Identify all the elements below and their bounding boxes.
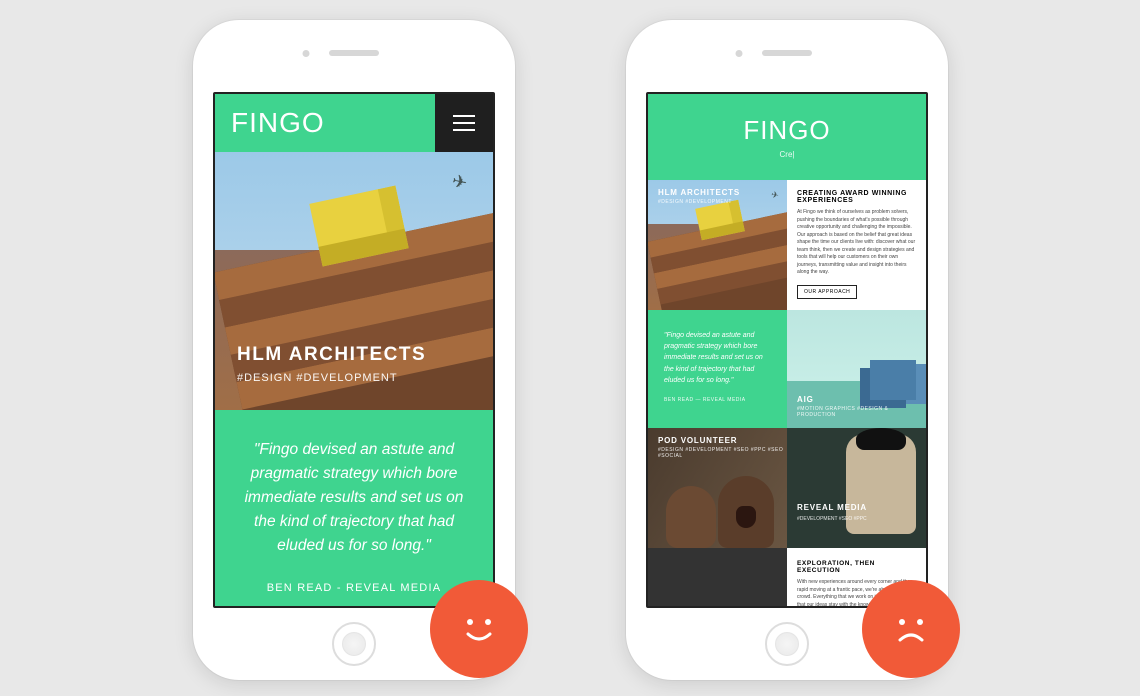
desktop-hero: FINGO Cre| bbox=[648, 94, 926, 180]
tile-hlm-architects[interactable]: ✈ HLM ARCHITECTS #DESIGN #DEVELOPMENT bbox=[648, 180, 787, 310]
our-approach-button[interactable]: OUR APPROACH bbox=[797, 285, 857, 299]
home-button[interactable] bbox=[765, 622, 809, 666]
hero-title: HLM ARCHITECTS bbox=[237, 344, 426, 366]
copy-heading: CREATING AWARD WINNING EXPERIENCES bbox=[797, 190, 916, 204]
phone-screen-right: FINGO Cre| ✈ HLM ARCHITECTS #DESIGN #DEV… bbox=[646, 92, 928, 608]
tile-quote: "Fingo devised an astute and pragmatic s… bbox=[648, 310, 787, 428]
photo-child bbox=[666, 486, 716, 548]
brand-logo: FINGO bbox=[215, 94, 435, 152]
tile-subtitle: #DESIGN #DEVELOPMENT bbox=[658, 199, 740, 205]
tile-title: REVEAL MEDIA bbox=[797, 503, 867, 512]
sad-face-icon bbox=[862, 580, 960, 678]
copy-body: At Fingo we think of ourselves as proble… bbox=[797, 209, 916, 277]
tile-label: POD VOLUNTEER #DESIGN #DEVELOPMENT #SEO … bbox=[658, 436, 787, 459]
quote-panel: "Fingo devised an astute and pragmatic s… bbox=[215, 410, 493, 606]
hamburger-menu-button[interactable] bbox=[435, 94, 493, 152]
photo-detail bbox=[736, 506, 756, 528]
tile-label: REVEAL MEDIA bbox=[797, 503, 867, 512]
copy-heading: EXPLORATION, THEN EXECUTION bbox=[797, 560, 916, 574]
tile-label: HLM ARCHITECTS #DESIGN #DEVELOPMENT bbox=[658, 188, 740, 205]
quote-attribution: BEN READ - REVEAL MEDIA bbox=[239, 582, 469, 594]
tile-intro-copy: CREATING AWARD WINNING EXPERIENCES At Fi… bbox=[787, 180, 926, 310]
city-illustration bbox=[870, 360, 916, 400]
tile-pod-volunteer[interactable]: POD VOLUNTEER #DESIGN #DEVELOPMENT #SEO … bbox=[648, 428, 787, 548]
tile-photo-continued bbox=[648, 548, 787, 608]
mobile-header: FINGO bbox=[215, 94, 493, 152]
tile-title: POD VOLUNTEER bbox=[658, 436, 787, 445]
photo-officer-hat bbox=[856, 428, 906, 450]
tile-aig[interactable]: AIG #MOTION GRAPHICS #DESIGN & PRODUCTIO… bbox=[787, 310, 926, 428]
hero-tags: #DESIGN #DEVELOPMENT bbox=[237, 372, 426, 384]
tile-subtitle: #DEVELOPMENT #SEO #PPC bbox=[797, 516, 867, 522]
desktop-grid: ✈ HLM ARCHITECTS #DESIGN #DEVELOPMENT CR… bbox=[648, 180, 926, 608]
tile-reveal-media[interactable]: REVEAL MEDIA #DEVELOPMENT #SEO #PPC bbox=[787, 428, 926, 548]
home-button[interactable] bbox=[332, 622, 376, 666]
tile-label: AIG #MOTION GRAPHICS #DESIGN & PRODUCTIO… bbox=[797, 395, 926, 418]
tile-subtitle: #MOTION GRAPHICS #DESIGN & PRODUCTION bbox=[797, 406, 926, 418]
happy-face-icon bbox=[430, 580, 528, 678]
hero-label: HLM ARCHITECTS #DESIGN #DEVELOPMENT bbox=[237, 344, 426, 384]
hero-tile-hlm[interactable]: ✈ HLM ARCHITECTS #DESIGN #DEVELOPMENT bbox=[215, 152, 493, 410]
airplane-icon: ✈ bbox=[770, 189, 780, 201]
hero-typed-text: Cre| bbox=[780, 150, 795, 159]
quote-attribution: BEN READ — REVEAL MEDIA bbox=[664, 396, 771, 404]
tile-title: HLM ARCHITECTS bbox=[658, 188, 740, 197]
airplane-icon: ✈ bbox=[450, 171, 469, 195]
tile-title: AIG bbox=[797, 395, 926, 404]
quote-text: "Fingo devised an astute and pragmatic s… bbox=[239, 438, 469, 558]
quote-text: "Fingo devised an astute and pragmatic s… bbox=[664, 330, 771, 386]
tile-subtitle: #DESIGN #DEVELOPMENT #SEO #PPC #SEO #SOC… bbox=[658, 447, 787, 459]
brand-logo: FINGO bbox=[743, 115, 830, 146]
phone-screen-left: FINGO ✈ HLM ARCHITECTS #DESIGN #DEVELOPM… bbox=[213, 92, 495, 608]
